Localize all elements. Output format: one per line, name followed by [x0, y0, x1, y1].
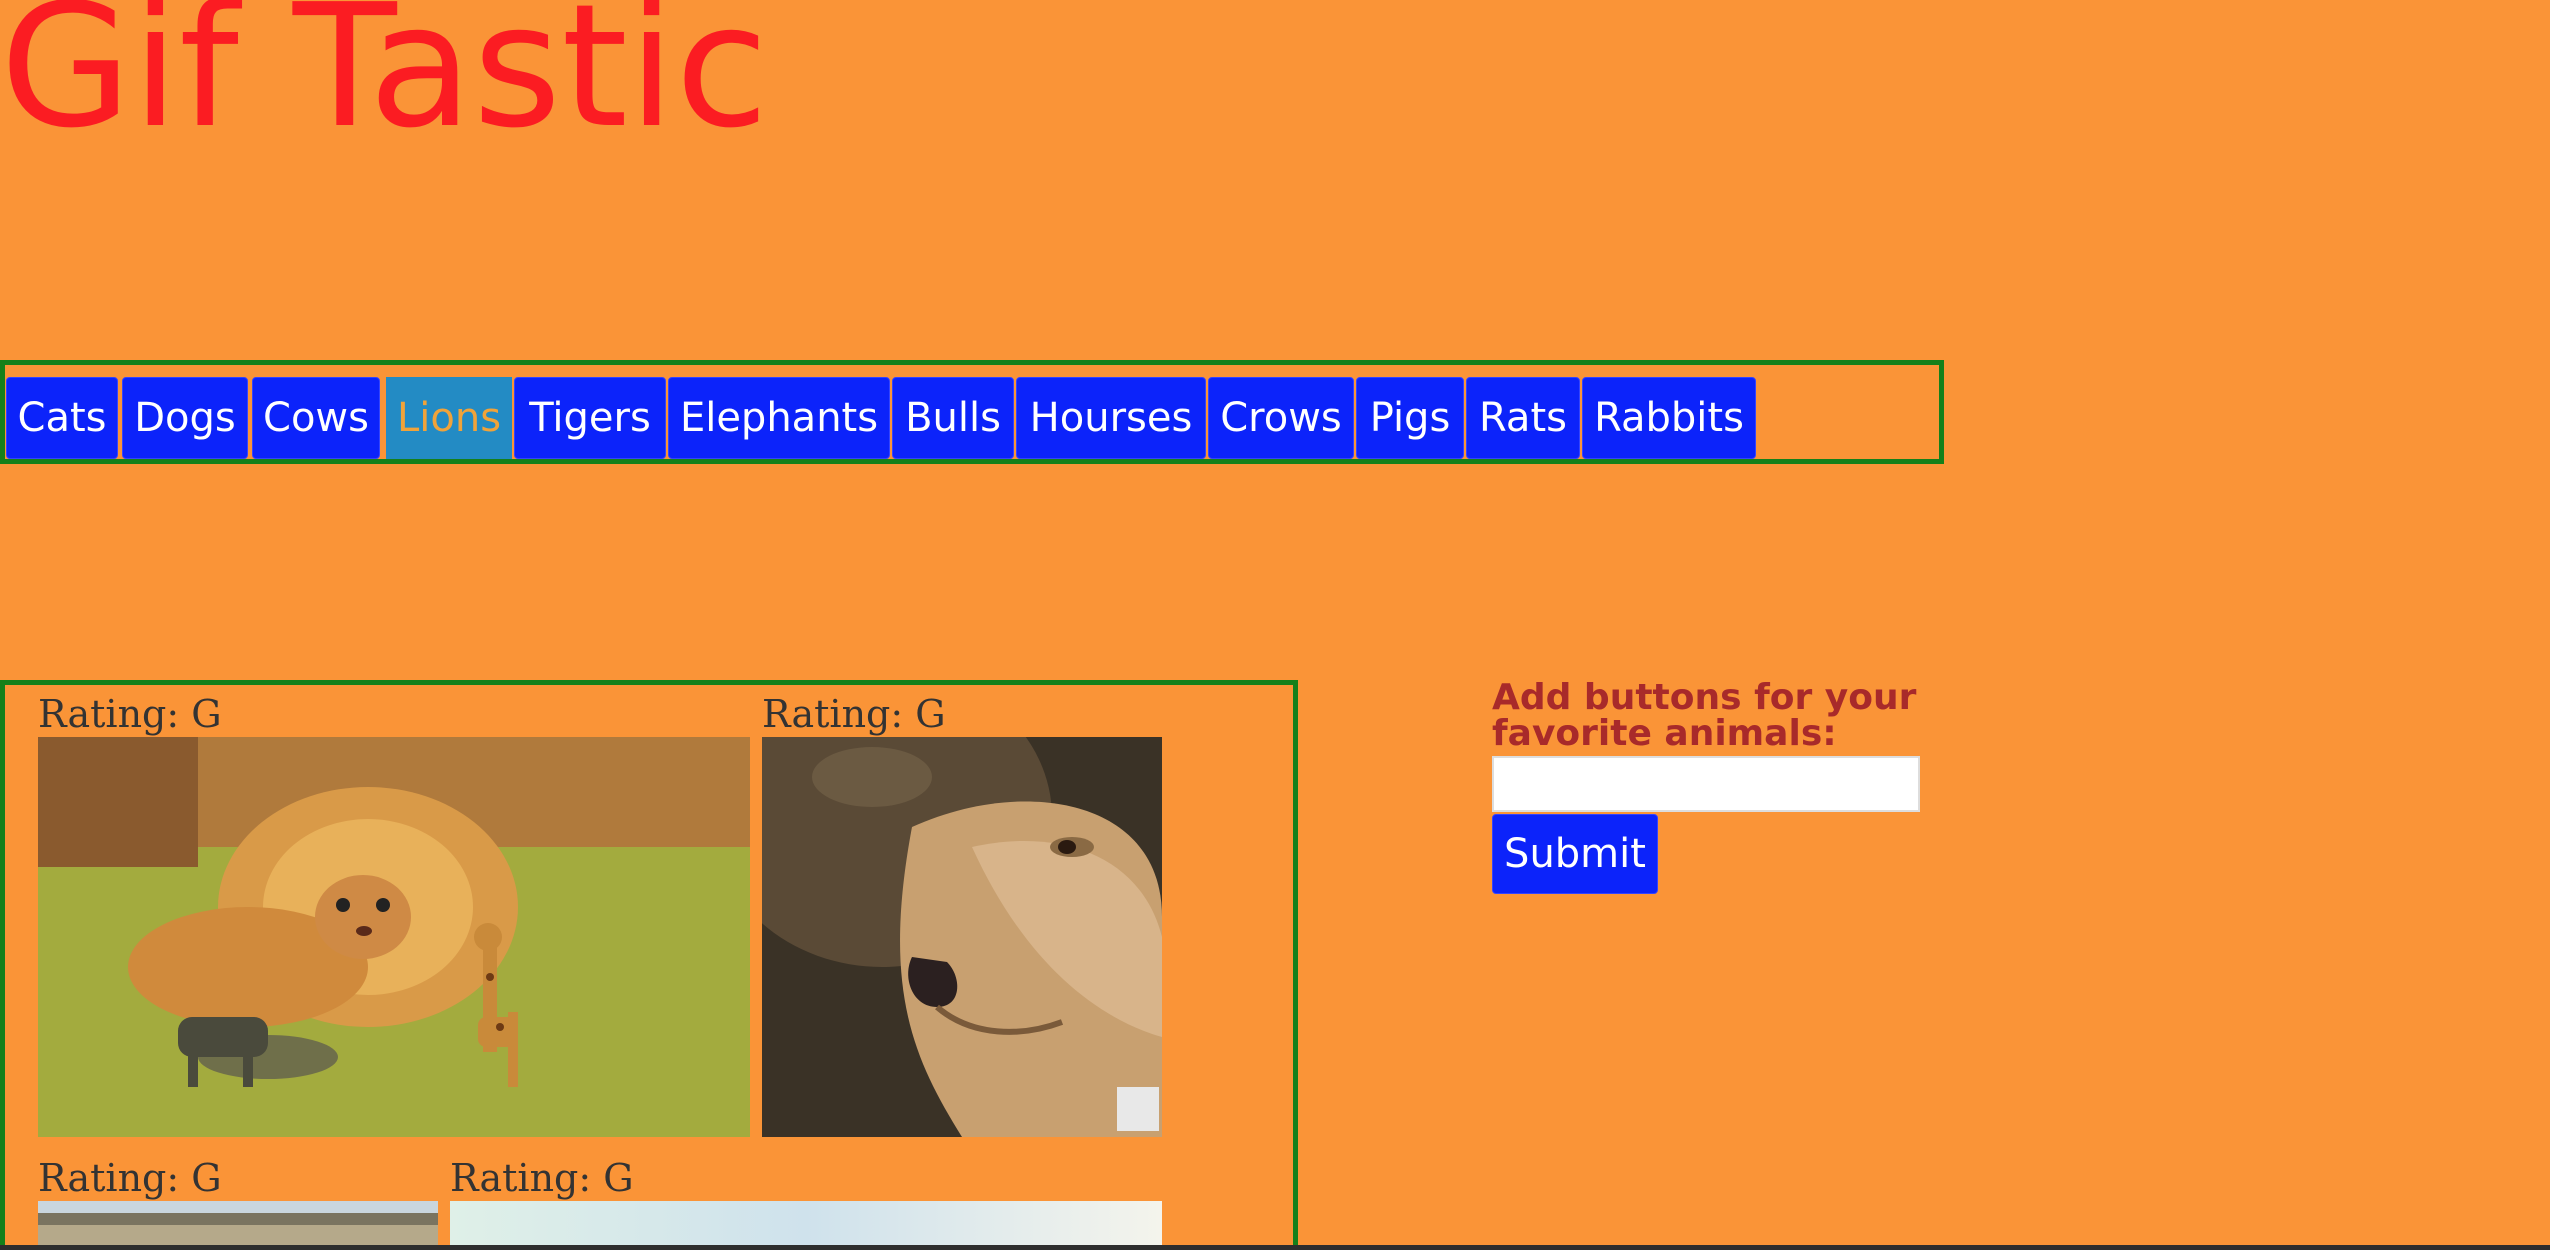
add-animal-form: Add buttons for your favorite animals: S…	[1492, 677, 1952, 894]
gif-results-panel: Rating: G Rating: G Rating: G Rating: G	[0, 680, 1298, 1250]
animal-button-pigs[interactable]: Pigs	[1356, 377, 1464, 459]
animal-button-tigers[interactable]: Tigers	[514, 377, 666, 459]
gif-image-savanna[interactable]	[38, 1201, 438, 1250]
animal-button-cats[interactable]: Cats	[6, 377, 118, 459]
gif-rating: Rating: G	[450, 1156, 634, 1200]
animal-button-bar: Cats Dogs Cows Lions Tigers Elephants Bu…	[0, 360, 1944, 464]
animal-button-lions[interactable]: Lions	[386, 377, 512, 459]
animal-button-rats[interactable]: Rats	[1466, 377, 1580, 459]
animal-button-cows[interactable]: Cows	[252, 377, 380, 459]
animal-button-bulls[interactable]: Bulls	[892, 377, 1014, 459]
animal-name-input[interactable]	[1492, 756, 1920, 812]
gif-rating: Rating: G	[38, 692, 222, 736]
submit-button[interactable]: Submit	[1492, 814, 1658, 894]
page-title: Gif Tastic	[0, 0, 769, 166]
animal-button-hourses[interactable]: Hourses	[1016, 377, 1206, 459]
animal-button-crows[interactable]: Crows	[1208, 377, 1354, 459]
gif-rating: Rating: G	[38, 1156, 222, 1200]
gif-image-sky[interactable]	[450, 1201, 1162, 1250]
animal-button-elephants[interactable]: Elephants	[668, 377, 890, 459]
animal-button-dogs[interactable]: Dogs	[122, 377, 248, 459]
bottom-edge	[0, 1245, 2550, 1250]
gif-image-cat-lion-mane[interactable]	[38, 737, 750, 1137]
animal-button-rabbits[interactable]: Rabbits	[1582, 377, 1756, 459]
add-animal-label: Add buttons for your favorite animals:	[1492, 677, 1917, 754]
gif-rating: Rating: G	[762, 692, 946, 736]
gif-image-lioness[interactable]	[762, 737, 1162, 1137]
